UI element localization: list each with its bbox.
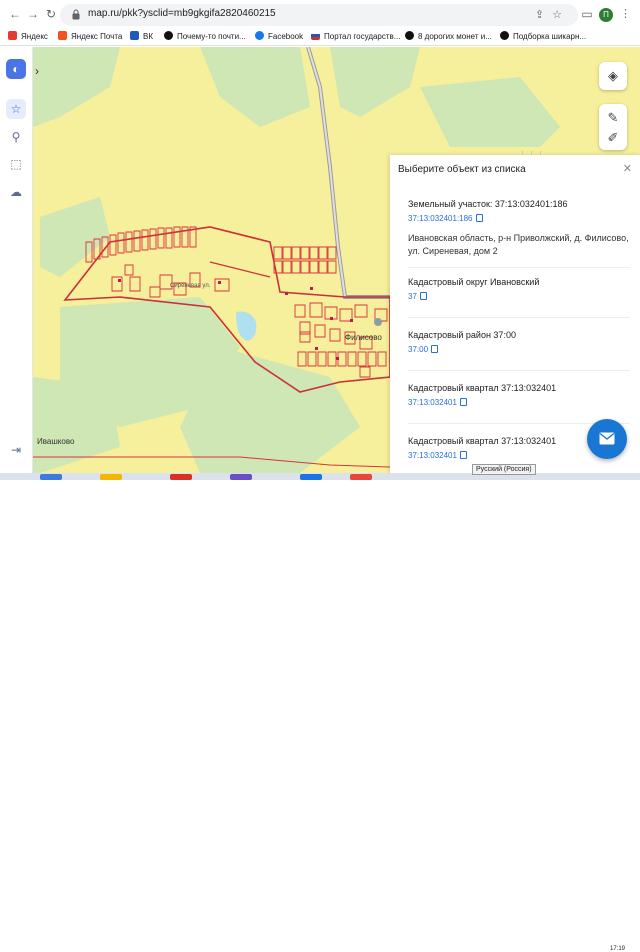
feedback-mail-button[interactable] bbox=[587, 419, 627, 459]
bookmark-facebook[interactable]: Facebook bbox=[255, 31, 303, 41]
divider bbox=[408, 317, 630, 318]
bookmark-coins[interactable]: 8 дорогих монет и... bbox=[405, 31, 492, 41]
street-label: Сиреневая ул. bbox=[170, 283, 211, 289]
facebook-icon bbox=[255, 31, 264, 40]
list-item[interactable]: Кадастровый район 37:00 37:00 bbox=[408, 329, 633, 357]
item-link[interactable]: 37:13:032401:186 bbox=[408, 212, 633, 226]
poi-marker bbox=[374, 318, 382, 326]
menu-icon[interactable]: ⋮ bbox=[620, 7, 631, 20]
bookmark-yandex-mail[interactable]: Яндекс Почта bbox=[58, 31, 122, 41]
bookmark-vk[interactable]: ВК bbox=[130, 31, 153, 41]
reload-icon[interactable]: ↻ bbox=[44, 7, 58, 21]
taskbar-app[interactable] bbox=[100, 474, 122, 480]
star-icon[interactable]: ☆ bbox=[6, 99, 26, 119]
bookmark-yandex[interactable]: Яндекс bbox=[8, 31, 48, 41]
list-item[interactable]: Кадастровый квартал 37:13:032401 37:13:0… bbox=[408, 382, 633, 410]
language-tooltip: Русский (Россия) bbox=[472, 464, 536, 475]
bookmark-gosuslugi[interactable]: Портал государств... bbox=[311, 31, 400, 41]
login-icon[interactable]: ⇥ bbox=[6, 440, 26, 460]
forward-icon[interactable]: → bbox=[26, 7, 40, 21]
item-address: Ивановская область, р-н Приволжский, д. … bbox=[408, 233, 629, 256]
lock-icon bbox=[72, 9, 80, 20]
ruler-icon[interactable]: ✎ bbox=[599, 108, 627, 128]
copy-icon[interactable] bbox=[419, 292, 427, 300]
browser-toolbar: ← → ↻ map.ru/pkk?ysclid=mb9gkgifa2820460… bbox=[0, 0, 640, 28]
select-area-icon[interactable]: ⬚ bbox=[6, 154, 26, 174]
expand-panel-icon[interactable]: › bbox=[35, 64, 47, 78]
taskbar-app[interactable] bbox=[40, 474, 62, 480]
bookmarks-bar: Яндекс Яндекс Почта ВК Почему-то почти..… bbox=[0, 28, 640, 46]
logo-icon[interactable]: ◐ bbox=[6, 59, 26, 79]
close-icon[interactable]: ✕ bbox=[623, 162, 632, 175]
url-actions[interactable]: ⇪☆ bbox=[535, 8, 570, 21]
route-icon[interactable]: ⚲ bbox=[6, 127, 26, 147]
taskbar-app[interactable] bbox=[230, 474, 252, 480]
taskbar-app[interactable] bbox=[170, 474, 192, 480]
address-bar[interactable]: map.ru/pkk?ysclid=mb9gkgifa2820460215 ⇪☆ bbox=[60, 4, 578, 26]
cloud-icon[interactable]: ☁ bbox=[6, 182, 26, 202]
clock: 17:19 bbox=[610, 946, 626, 952]
item-title: Кадастровый округ Ивановский bbox=[408, 277, 540, 287]
mail-icon bbox=[58, 31, 67, 40]
plus-circle-icon bbox=[500, 31, 509, 40]
bookmark-selection[interactable]: Подборка шикарн... bbox=[500, 31, 586, 41]
copy-icon[interactable] bbox=[431, 345, 439, 353]
list-item[interactable]: Кадастровый округ Ивановский 37 bbox=[408, 276, 633, 304]
item-link[interactable]: 37:13:032401 bbox=[408, 396, 633, 410]
item-title: Кадастровый квартал 37:13:032401 bbox=[408, 383, 557, 393]
yandex-icon bbox=[8, 31, 17, 40]
layers-button[interactable]: ◈ bbox=[599, 62, 627, 90]
measure-tools: ✎ ✐ bbox=[599, 104, 627, 150]
copy-icon[interactable] bbox=[475, 214, 483, 222]
vk-icon bbox=[130, 31, 139, 40]
bookmark-why[interactable]: Почему-то почти... bbox=[164, 31, 246, 41]
item-link[interactable]: 37:00 bbox=[408, 343, 633, 357]
profile-avatar[interactable]: П bbox=[599, 8, 613, 22]
place-label-filisovo: Филисово bbox=[345, 333, 382, 342]
taskbar: 17:19 bbox=[0, 473, 640, 952]
item-title: Кадастровый район 37:00 bbox=[408, 330, 516, 340]
item-title: Земельный участок: 37:13:032401:186 bbox=[408, 199, 568, 209]
divider bbox=[408, 267, 630, 268]
item-link[interactable]: 37 bbox=[408, 290, 633, 304]
back-icon[interactable]: ← bbox=[8, 7, 22, 21]
copy-icon[interactable] bbox=[459, 398, 467, 406]
place-label-ivashkovo: Ивашково bbox=[37, 437, 75, 446]
plus-circle-icon bbox=[164, 31, 173, 40]
flag-icon bbox=[311, 31, 320, 40]
mail-icon bbox=[599, 432, 615, 445]
panel-title: Выберите объект из списка bbox=[398, 164, 526, 175]
left-toolbar: ◐ ☆ ⚲ ⬚ ☁ ⇥ bbox=[0, 47, 33, 473]
edit-icon[interactable]: ✐ bbox=[599, 128, 627, 148]
list-item[interactable]: Земельный участок: 37:13:032401:186 37:1… bbox=[408, 198, 633, 258]
url-text: map.ru/pkk?ysclid=mb9gkgifa2820460215 bbox=[88, 8, 276, 19]
taskbar-app[interactable] bbox=[300, 474, 322, 480]
plus-circle-icon bbox=[405, 31, 414, 40]
divider bbox=[408, 370, 630, 371]
copy-icon[interactable] bbox=[459, 451, 467, 459]
extensions-icon[interactable]: ▭ bbox=[580, 7, 594, 21]
taskbar-app[interactable] bbox=[350, 474, 372, 480]
layers-icon: ◈ bbox=[608, 68, 618, 83]
